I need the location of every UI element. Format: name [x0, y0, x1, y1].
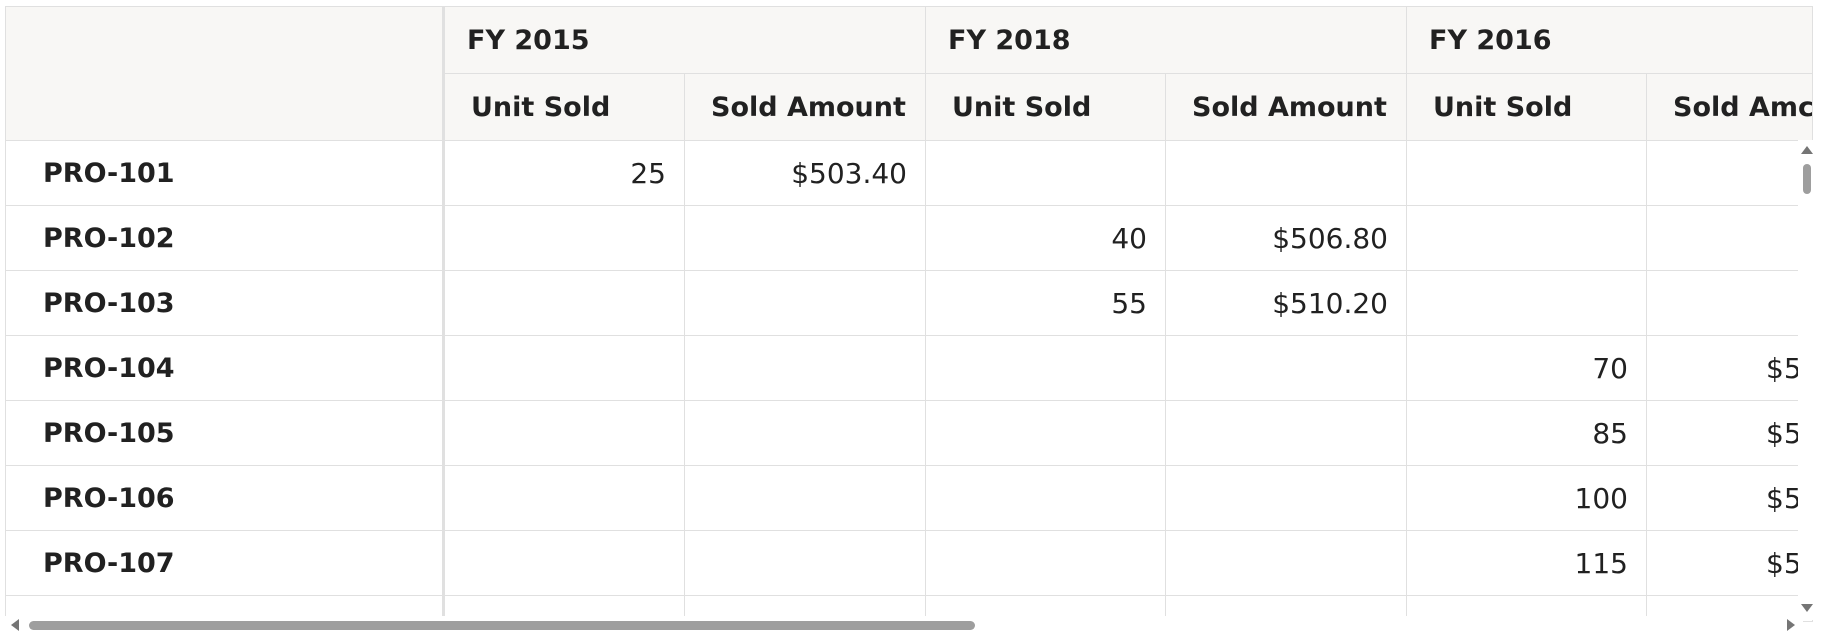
cell-unit-sold[interactable] — [926, 466, 1166, 530]
cell-unit-sold[interactable]: 115 — [1407, 531, 1647, 595]
cell-sold-amount[interactable] — [1166, 141, 1407, 205]
cell-sold-amount[interactable] — [685, 531, 926, 595]
column-header-sold-amount[interactable]: Sold Amc — [1647, 74, 1812, 141]
table-row[interactable]: PRO-103 55 $510.20 — [6, 271, 1812, 336]
table-row[interactable]: PRO-107 115$52 — [6, 531, 1812, 596]
table-row[interactable]: PRO-101 25 $503.40 — [6, 141, 1812, 206]
cell-unit-sold[interactable] — [926, 336, 1166, 400]
row-header-product[interactable]: PRO-103 — [6, 271, 445, 335]
cell-sold-amount[interactable] — [1647, 206, 1812, 270]
grid-header: FY 2015 FY 2018 FY 2016 Unit Sold Sold A… — [6, 7, 1812, 141]
cell-sold-amount[interactable] — [1166, 466, 1407, 530]
column-group-header[interactable]: FY 2015 — [445, 7, 926, 74]
horizontal-scroll-thumb[interactable] — [29, 621, 975, 630]
column-header-sold-amount[interactable]: Sold Amount — [685, 74, 926, 141]
cell-sold-amount[interactable]: $51 — [1647, 336, 1812, 400]
pivot-grid: FY 2015 FY 2018 FY 2016 Unit Sold Sold A… — [5, 6, 1813, 622]
cell-sold-amount[interactable] — [1647, 141, 1812, 205]
cell-sold-amount[interactable] — [1166, 401, 1407, 465]
row-header-product[interactable]: PRO-107 — [6, 531, 445, 595]
cell-unit-sold[interactable] — [926, 141, 1166, 205]
column-group-header[interactable]: FY 2018 — [926, 7, 1407, 74]
vertical-scrollbar[interactable] — [1798, 140, 1816, 620]
cell-sold-amount[interactable]: $510.20 — [1166, 271, 1407, 335]
horizontal-scrollbar[interactable] — [5, 616, 1803, 634]
cell-sold-amount[interactable] — [685, 466, 926, 530]
cell-unit-sold[interactable] — [445, 271, 685, 335]
cell-sold-amount[interactable]: $52 — [1647, 531, 1812, 595]
grid-body: PRO-101 25 $503.40 PRO-102 40 $506.80 PRO-103 5… — [6, 141, 1812, 621]
cell-sold-amount[interactable] — [685, 336, 926, 400]
column-group-header[interactable]: FY 2016 — [1407, 7, 1812, 74]
cell-unit-sold[interactable]: 55 — [926, 271, 1166, 335]
cell-unit-sold[interactable] — [445, 531, 685, 595]
cell-unit-sold[interactable]: 25 — [445, 141, 685, 205]
cell-unit-sold[interactable]: 100 — [1407, 466, 1647, 530]
cell-unit-sold[interactable] — [445, 466, 685, 530]
cell-unit-sold[interactable]: 40 — [926, 206, 1166, 270]
table-row[interactable]: PRO-106 100$52 — [6, 466, 1812, 531]
row-header-product[interactable]: PRO-102 — [6, 206, 445, 270]
column-header-sold-amount[interactable]: Sold Amount — [1166, 74, 1407, 141]
cell-unit-sold[interactable] — [926, 401, 1166, 465]
scroll-right-arrow-icon[interactable] — [1787, 619, 1795, 631]
cell-unit-sold[interactable] — [926, 531, 1166, 595]
cell-sold-amount[interactable] — [685, 401, 926, 465]
cell-unit-sold[interactable]: 70 — [1407, 336, 1647, 400]
cell-sold-amount[interactable] — [685, 206, 926, 270]
cell-sold-amount[interactable]: $51 — [1647, 401, 1812, 465]
cell-sold-amount[interactable] — [1166, 336, 1407, 400]
cell-unit-sold[interactable] — [1407, 271, 1647, 335]
table-row[interactable]: PRO-104 70$51 — [6, 336, 1812, 401]
cell-sold-amount[interactable] — [1647, 271, 1812, 335]
header-corner — [6, 7, 445, 141]
cell-sold-amount[interactable]: $503.40 — [685, 141, 926, 205]
cell-unit-sold[interactable] — [445, 336, 685, 400]
scroll-down-arrow-icon[interactable] — [1801, 604, 1813, 612]
column-header-unit-sold[interactable]: Unit Sold — [926, 74, 1166, 141]
cell-sold-amount[interactable]: $506.80 — [1166, 206, 1407, 270]
row-header-product[interactable]: PRO-105 — [6, 401, 445, 465]
row-header-product[interactable]: PRO-106 — [6, 466, 445, 530]
column-header-unit-sold[interactable]: Unit Sold — [1407, 74, 1647, 141]
cell-sold-amount[interactable] — [1166, 531, 1407, 595]
cell-unit-sold[interactable]: 85 — [1407, 401, 1647, 465]
table-row[interactable]: PRO-105 85$51 — [6, 401, 1812, 466]
row-header-product[interactable]: PRO-101 — [6, 141, 445, 205]
cell-sold-amount[interactable] — [685, 271, 926, 335]
column-header-unit-sold[interactable]: Unit Sold — [445, 74, 685, 141]
cell-unit-sold[interactable] — [445, 206, 685, 270]
cell-unit-sold[interactable] — [1407, 141, 1647, 205]
cell-sold-amount[interactable]: $52 — [1647, 466, 1812, 530]
vertical-scroll-thumb[interactable] — [1803, 164, 1811, 194]
scroll-up-arrow-icon[interactable] — [1801, 146, 1813, 154]
scroll-left-arrow-icon[interactable] — [11, 619, 19, 631]
cell-unit-sold[interactable] — [445, 401, 685, 465]
cell-unit-sold[interactable] — [1407, 206, 1647, 270]
table-row[interactable]: PRO-102 40 $506.80 — [6, 206, 1812, 271]
row-header-product[interactable]: PRO-104 — [6, 336, 445, 400]
